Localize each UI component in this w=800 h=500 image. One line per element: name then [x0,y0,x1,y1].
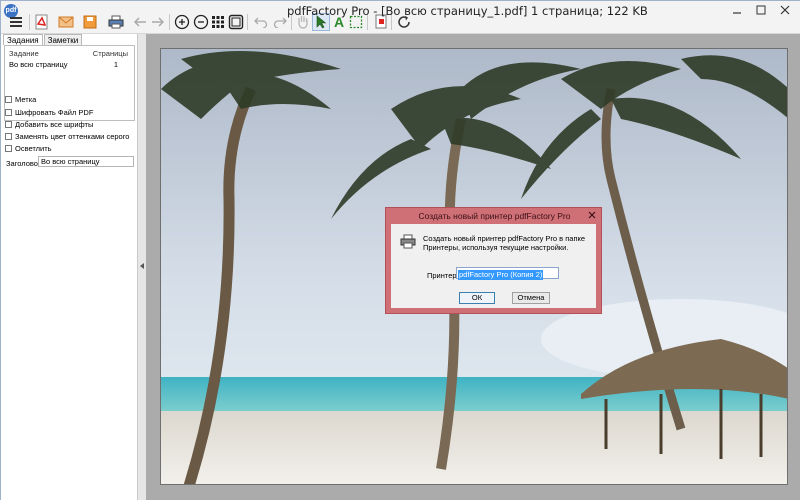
column-pages[interactable]: Страницы [93,49,128,58]
save-icon[interactable] [81,13,99,31]
left-panel: Задания Заметки Задание Страницы Во всю … [1,34,138,500]
option-label-stamp[interactable]: Метка [5,94,36,104]
menu-icon[interactable] [7,13,25,31]
ok-button[interactable]: ОК [459,292,495,304]
create-printer-dialog: Создать новый принтер pdfFactory Pro Соз… [385,207,602,314]
column-task[interactable]: Задание [9,49,39,58]
option-encrypt-pdf[interactable]: Шифровать Файл PDF [5,107,93,117]
pdf-save-icon[interactable] [33,13,51,31]
cancel-button[interactable]: Отмена [512,292,550,304]
maximize-icon[interactable] [753,3,769,17]
header-field[interactable] [38,156,134,167]
thumbnails-icon[interactable] [209,13,227,31]
printer-label: Принтер: [427,271,459,280]
checkbox[interactable] [5,108,12,116]
option-grayscale[interactable]: Заменять цвет оттенками серого [5,131,129,141]
dialog-body: Создать новый принтер pdfFactory Pro в п… [391,224,596,308]
printer-name-value: pdfFactory Pro (Копия 2) [458,270,544,280]
window-title: pdfFactory Pro - [Во всю страницу_1.pdf]… [287,4,648,18]
fit-page-icon[interactable] [227,13,245,31]
undo-icon[interactable] [252,13,270,31]
checkbox[interactable] [5,144,12,152]
app-window: pdf A pdfFactory Pro - [Во всю страницу_… [0,0,800,500]
dialog-title: Создать новый принтер pdfFactory Pro [418,211,571,221]
dialog-close-icon[interactable] [586,209,598,221]
panel-tabs: Задания Заметки [3,34,83,45]
title-toolbar-bar: pdf A pdfFactory Pro - [Во всю страницу_… [1,1,800,34]
forward-arrow-icon[interactable] [149,13,167,31]
zoom-out-icon[interactable] [192,13,210,31]
zoom-in-icon[interactable] [173,13,191,31]
option-embed-fonts[interactable]: Добавить все шрифты [5,119,93,129]
tasks-list-header: Задание Страницы [5,46,134,58]
checkbox[interactable] [5,95,12,103]
checkbox[interactable] [5,132,12,140]
printer-icon [400,233,416,249]
tab-notes[interactable]: Заметки [43,34,83,45]
print-icon[interactable] [107,13,125,31]
close-icon[interactable] [777,3,793,17]
back-arrow-icon[interactable] [131,13,149,31]
tab-tasks[interactable]: Задания [3,34,43,45]
task-name: Во всю страницу [9,60,68,69]
email-icon[interactable] [57,13,75,31]
list-item[interactable]: Во всю страницу 1 [5,58,134,70]
dialog-message: Создать новый принтер pdfFactory Pro в п… [423,234,586,252]
printer-name-field[interactable]: pdfFactory Pro (Копия 2) [456,267,559,280]
checkbox[interactable] [5,120,12,128]
minimize-icon[interactable] [729,3,745,17]
task-pages: 1 [113,60,118,69]
option-lighten[interactable]: Осветлить [5,143,52,153]
